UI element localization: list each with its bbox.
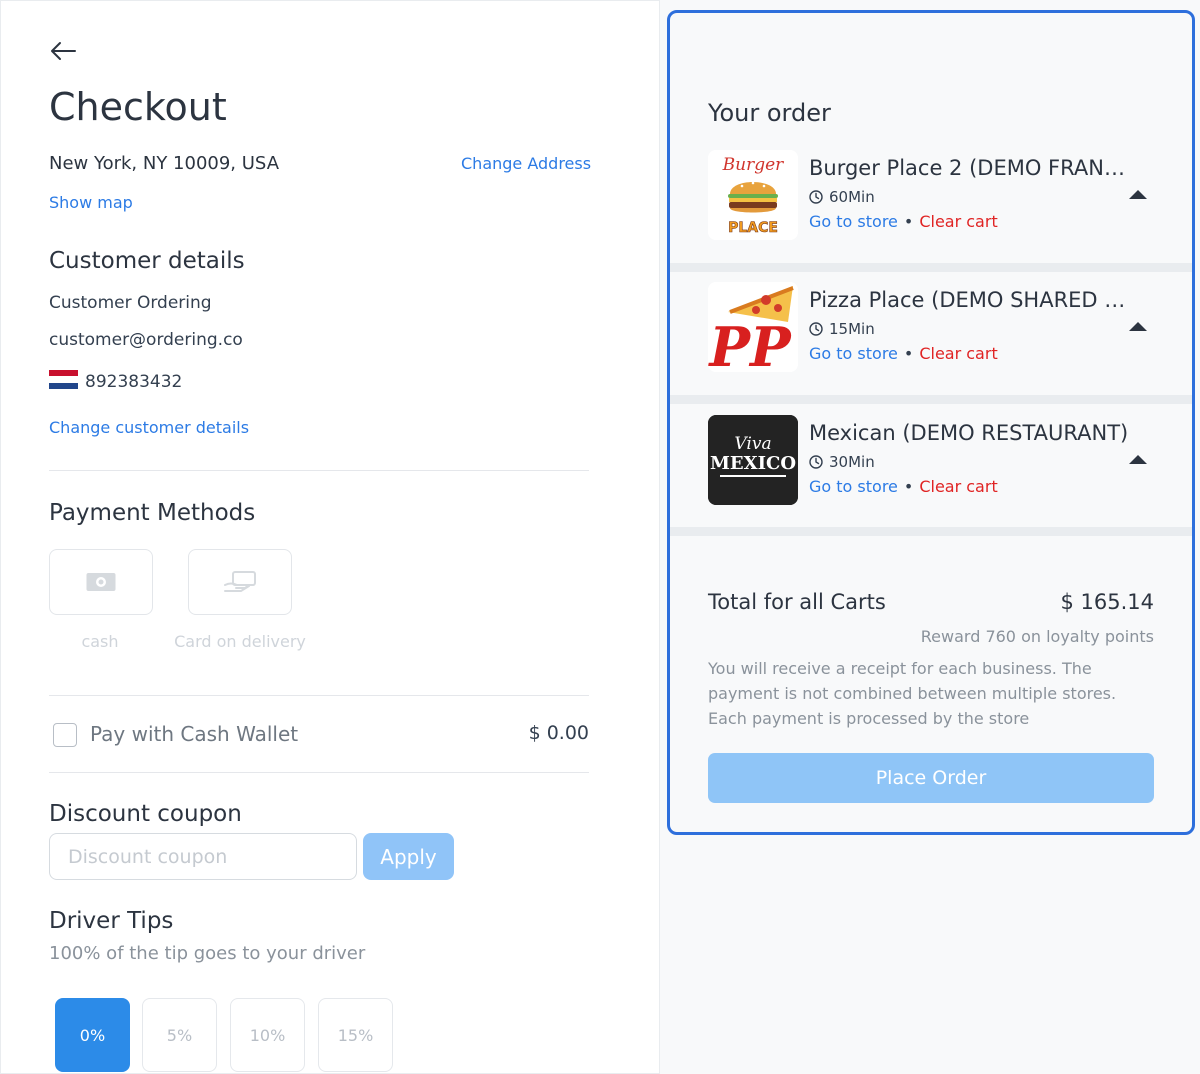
customer-details-heading: Customer details [49,248,245,274]
receipt-note: You will receive a receipt for each busi… [708,659,1117,728]
tip-option-5[interactable]: 5% [142,998,217,1072]
change-address-link[interactable]: Change Address [461,154,591,173]
chevron-up-icon[interactable] [1128,320,1148,332]
store-separator [670,395,1192,404]
store-time-text: 15Min [829,320,875,338]
netherlands-flag-icon [49,370,78,389]
go-to-store-link[interactable]: Go to store [809,344,898,363]
store-name: Mexican (DEMO RESTAURANT) [809,421,1129,445]
svg-text:PLACE: PLACE [728,220,778,236]
store-separator [670,263,1192,272]
clock-icon [809,455,823,469]
page-title: Checkout [49,85,227,129]
card-hand-icon [224,571,256,592]
cash-wallet-checkbox[interactable] [53,723,77,747]
cart-store-mexican: Viva MEXICO Mexican (DEMO RESTAURANT) 30… [670,415,1192,537]
place-order-button[interactable]: Place Order [708,753,1154,803]
checkout-form-column: Checkout New York, NY 10009, USA Change … [0,0,660,1074]
store-time-text: 60Min [829,188,875,206]
tip-option-10[interactable]: 10% [230,998,305,1072]
your-order-heading: Your order [708,99,831,127]
svg-text:Burger: Burger [722,155,785,175]
svg-text:Viva: Viva [734,434,771,454]
go-to-store-link[interactable]: Go to store [809,212,898,231]
show-map-link[interactable]: Show map [49,193,133,212]
separator-dot: • [903,344,914,363]
divider [49,695,589,696]
payment-method-cash[interactable] [49,549,153,615]
payment-method-label: Card on delivery [174,632,306,651]
total-label: Total for all Carts [708,590,886,614]
customer-email: customer@ordering.co [49,330,243,350]
customer-name: Customer Ordering [49,293,212,313]
discount-coupon-heading: Discount coupon [49,801,242,827]
loyalty-reward-text: Reward 760 on loyalty points [920,627,1154,646]
store-delivery-time: 15Min [809,320,875,338]
separator-dot: • [903,212,914,231]
store-actions: Go to store • Clear cart [809,344,998,363]
go-to-store-link[interactable]: Go to store [809,477,898,496]
store-name: Burger Place 2 (DEMO FRANC... [809,156,1129,180]
driver-tips-heading: Driver Tips [49,908,174,934]
apply-coupon-button[interactable]: Apply [363,833,454,880]
store-time-text: 30Min [829,453,875,471]
total-value: $ 165.14 [1060,590,1154,614]
payment-method-label: cash [81,632,119,651]
cash-wallet-label: Pay with Cash Wallet [90,722,299,746]
divider [49,470,589,471]
discount-coupon-input[interactable] [49,833,357,880]
clock-icon [809,322,823,336]
store-delivery-time: 60Min [809,188,875,206]
cash-icon [86,573,116,591]
clear-cart-link[interactable]: Clear cart [919,212,997,231]
divider [49,772,589,773]
tip-option-0[interactable]: 0% [55,998,130,1072]
separator-dot: • [903,477,914,496]
cash-wallet-amount: $ 0.00 [528,722,589,744]
payment-method-card-on-delivery[interactable] [188,549,292,615]
chevron-up-icon[interactable] [1128,188,1148,200]
driver-tips-subtitle: 100% of the tip goes to your driver [49,943,366,964]
back-arrow-icon[interactable] [49,39,77,63]
store-logo: PP [708,282,798,372]
svg-text:MEXICO: MEXICO [710,453,796,474]
delivery-address: New York, NY 10009, USA [49,153,280,174]
store-logo: Viva MEXICO [708,415,798,505]
tip-option-15[interactable]: 15% [318,998,393,1072]
store-name: Pizza Place (DEMO SHARED M... [809,288,1129,312]
payment-methods-heading: Payment Methods [49,500,256,526]
store-delivery-time: 30Min [809,453,875,471]
store-actions: Go to store • Clear cart [809,212,998,231]
cart-store-burger-place: Burger PLACE Burger Place 2 (DEMO FRANC.… [670,150,1192,272]
clear-cart-link[interactable]: Clear cart [919,477,997,496]
change-customer-details-link[interactable]: Change customer details [49,418,249,437]
store-actions: Go to store • Clear cart [809,477,998,496]
store-logo: Burger PLACE [708,150,798,240]
clock-icon [809,190,823,204]
order-summary-panel: Your order Burger PLACE Burger Place 2 (… [667,10,1195,835]
customer-phone: 892383432 [85,372,183,392]
chevron-up-icon[interactable] [1128,453,1148,465]
store-separator [670,527,1192,536]
cart-store-pizza-place: PP Pizza Place (DEMO SHARED M... 15Min G… [670,282,1192,404]
svg-text:PP: PP [708,315,792,372]
clear-cart-link[interactable]: Clear cart [919,344,997,363]
